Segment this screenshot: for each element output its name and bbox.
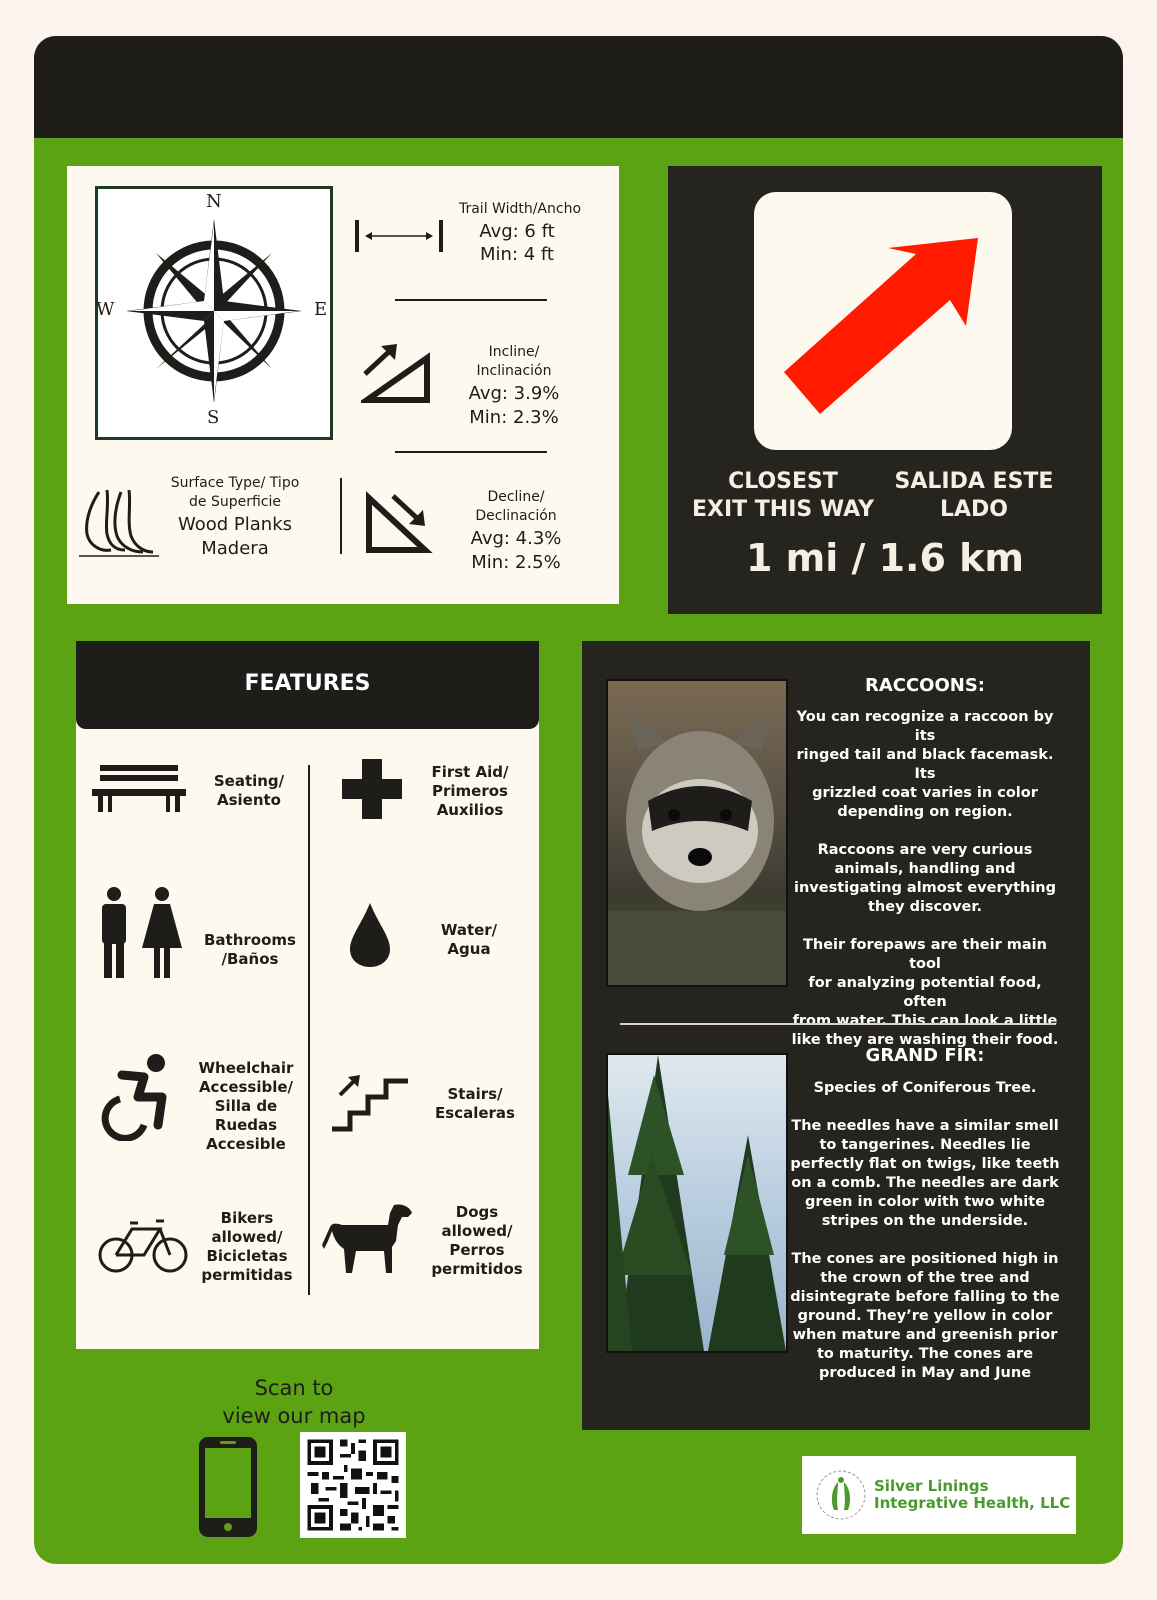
wildlife-facts-panel: RACCOONS: You can recognize a raccoon by… [582, 641, 1090, 1430]
incline-title-1: Incline/ [488, 344, 540, 360]
decline-title-2: Declinación [475, 508, 557, 524]
bare-feet-icon [79, 489, 159, 557]
arrow-up-right-icon [784, 238, 978, 414]
incline-min: Min: 2.3% [469, 407, 559, 428]
exit-label-en-1: CLOSEST [728, 469, 838, 494]
compass-n: N [206, 191, 222, 212]
feature-stairs-label: Stairs/ Escaleras [435, 1085, 515, 1122]
raccoon-photo [606, 679, 788, 987]
bicycle-icon [98, 1219, 188, 1273]
exit-label-es-2: LADO [939, 497, 1008, 522]
grand-fir-title: GRAND FIR: [865, 1045, 985, 1066]
compass-w: W [96, 299, 115, 320]
grand-fir-photo [606, 1053, 788, 1353]
feature-water-label: Water/ Agua [440, 921, 498, 958]
incline-avg: Avg: 3.9% [468, 383, 560, 404]
silver-linings-logo: Silver Linings Integrative Health, LLC [802, 1456, 1076, 1534]
compass-e: E [314, 299, 328, 320]
restroom-icon [102, 887, 182, 978]
raccoon-title: RACCOONS: [864, 675, 986, 696]
decline-min: Min: 2.5% [471, 552, 561, 573]
feature-wheelchair-label: Wheelchair Accessible/ Silla de Ruedas A… [198, 1059, 294, 1153]
surface-value-1: Wood Planks [177, 514, 292, 535]
feature-first-aid-label: First Aid/ Primeros Auxilios [431, 763, 509, 819]
first-aid-icon [342, 759, 402, 819]
features-panel: FEATURES Seating/ Asiento First Aid/ Pri… [76, 641, 539, 1349]
feature-seating-label: Seating/ Asiento [213, 772, 285, 809]
trail-width-avg: Avg: 6 ft [479, 221, 555, 242]
divider [620, 1023, 1054, 1025]
exit-direction-panel: CLOSEST EXIT THIS WAY SALIDA ESTE LADO 1… [668, 166, 1102, 614]
trail-sign-board: N S W E Trail Width/Ancho Avg: 6 ft Min:… [34, 36, 1123, 1564]
scan-map-text: Scan to view our map [222, 1376, 366, 1428]
decline-title-1: Decline/ [487, 489, 545, 505]
compass-rose-icon: N S W E [95, 186, 333, 440]
water-drop-icon [350, 903, 390, 967]
logo-emblem-icon [816, 1470, 866, 1520]
divider [340, 478, 342, 554]
surface-title-1: Surface Type/ Tipo [170, 475, 300, 491]
exit-arrow-card [754, 192, 1012, 450]
stairs-icon [332, 1075, 408, 1132]
decline-icon [366, 491, 433, 553]
trail-width-title: Trail Width/Ancho [458, 201, 582, 217]
surface-title-2: de Superficie [189, 494, 281, 510]
raccoon-body: You can recognize a raccoon by its ringe… [791, 709, 1059, 1048]
divider [308, 765, 310, 1295]
features-title: FEATURES [244, 671, 371, 696]
dog-icon [322, 1204, 412, 1273]
divider [395, 299, 547, 301]
divider [395, 451, 547, 453]
trail-width-min: Min: 4 ft [480, 244, 554, 265]
exit-label-en-2: EXIT THIS WAY [691, 497, 875, 522]
surface-value-2: Madera [201, 538, 269, 559]
logo-text: Silver Linings Integrative Health, LLC [874, 1477, 1071, 1512]
smartphone-icon [199, 1437, 257, 1537]
grand-fir-body: Species of Coniferous Tree. The needles … [790, 1080, 1060, 1381]
incline-title-2: Inclinación [476, 363, 552, 379]
map-qr-code[interactable] [300, 1432, 406, 1538]
top-bar [34, 36, 1123, 138]
feature-bikers-label: Bikers allowed/ Bicicletas permitidas [201, 1209, 293, 1284]
bench-icon [92, 765, 186, 812]
feature-dogs-label: Dogs allowed/ Perros permitidos [431, 1203, 523, 1278]
features-header: FEATURES [76, 641, 539, 729]
feature-bathrooms-label: Bathrooms /Baños [204, 931, 296, 968]
incline-icon [361, 344, 430, 403]
trail-width-icon [355, 220, 443, 252]
decline-avg: Avg: 4.3% [470, 528, 562, 549]
exit-label-es-1: SALIDA ESTE [894, 469, 1054, 494]
exit-distance: 1 mi / 1.6 km [745, 536, 1025, 580]
compass-s: S [207, 407, 220, 428]
trail-info-panel: N S W E Trail Width/Ancho Avg: 6 ft Min:… [67, 166, 619, 604]
wheelchair-icon [101, 1054, 167, 1141]
